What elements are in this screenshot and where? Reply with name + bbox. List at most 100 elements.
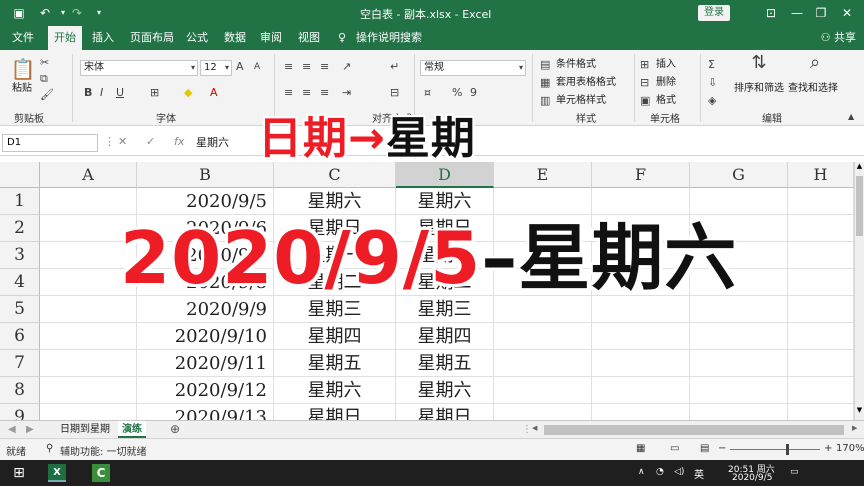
format-cells-button[interactable]: 格式	[656, 94, 676, 108]
column-header-b[interactable]: B	[137, 162, 274, 188]
chevron-up-icon[interactable]: ∧	[638, 467, 645, 477]
restore-icon[interactable]: ❐	[810, 4, 832, 22]
insert-cells-button[interactable]: 插入	[656, 58, 676, 72]
prev-sheet-icon[interactable]: ◀	[4, 421, 20, 438]
tab-formulas[interactable]: 公式	[186, 26, 208, 50]
bold-button[interactable]: B	[84, 86, 92, 100]
cell-styles-button[interactable]: 单元格样式	[556, 94, 606, 108]
align-left-icon[interactable]: ≡	[284, 86, 293, 100]
autosum-icon[interactable]: Σ	[708, 58, 715, 72]
redo-icon[interactable]: ↷	[68, 4, 86, 22]
fill-color-icon[interactable]: ◆	[184, 86, 192, 100]
cell-e9[interactable]	[494, 404, 592, 420]
cell-f7[interactable]	[592, 350, 690, 377]
collapse-ribbon-icon[interactable]: ▲	[848, 110, 854, 124]
cell-g8[interactable]	[690, 377, 788, 404]
page-break-view-icon[interactable]: ▤	[700, 443, 709, 454]
zoom-in-icon[interactable]: +	[824, 443, 832, 454]
row-header[interactable]: 3	[0, 242, 40, 269]
wifi-icon[interactable]: ◔	[656, 467, 664, 477]
cell-e1[interactable]	[494, 188, 592, 215]
row-header[interactable]: 7	[0, 350, 40, 377]
tell-me-search[interactable]: 操作说明搜索	[356, 26, 422, 50]
login-button[interactable]: 登录	[698, 5, 730, 21]
paste-icon[interactable]: 📋	[10, 56, 36, 82]
cell-e6[interactable]	[494, 323, 592, 350]
underline-button[interactable]: U	[116, 86, 124, 100]
row-header[interactable]: 5	[0, 296, 40, 323]
cell-g6[interactable]	[690, 323, 788, 350]
decrease-font-icon[interactable]: A	[254, 60, 260, 74]
notification-icon[interactable]: ▭	[790, 467, 799, 477]
cell-g9[interactable]	[690, 404, 788, 420]
column-header-a[interactable]: A	[40, 162, 137, 188]
cell-h4[interactable]	[788, 269, 854, 296]
row-header[interactable]: 6	[0, 323, 40, 350]
sheet-tab-date-to-weekday[interactable]: 日期到星期	[56, 421, 114, 438]
indent-icon[interactable]: ⇥	[342, 86, 351, 100]
number-format-combo[interactable]: 常规 ▾	[420, 60, 526, 76]
paste-label[interactable]: 粘贴	[12, 82, 32, 96]
orientation-icon[interactable]: ↗	[342, 60, 351, 74]
name-box[interactable]: D1	[2, 134, 98, 152]
share-button[interactable]: ⚇ 共享	[821, 26, 856, 50]
scroll-up-icon[interactable]: ▲	[856, 162, 863, 174]
row-header[interactable]: 4	[0, 269, 40, 296]
font-size-combo[interactable]: 12 ▾	[200, 60, 232, 76]
formula-content[interactable]: 星期六	[196, 134, 229, 150]
sheet-tab-practice[interactable]: 演练	[118, 421, 146, 438]
cell-h6[interactable]	[788, 323, 854, 350]
scroll-down-icon[interactable]: ▼	[856, 406, 863, 418]
volume-icon[interactable]: ◁)	[674, 467, 684, 477]
cell-a7[interactable]	[40, 350, 137, 377]
row-header[interactable]: 2	[0, 215, 40, 242]
row-header[interactable]: 9	[0, 404, 40, 420]
hscroll-left-icon[interactable]: ◀	[532, 424, 540, 435]
cell-e7[interactable]	[494, 350, 592, 377]
find-select-button[interactable]: 查找和选择	[788, 82, 838, 96]
italic-button[interactable]: I	[100, 86, 103, 100]
close-icon[interactable]: ✕	[836, 4, 858, 22]
sort-filter-button[interactable]: 排序和筛选	[734, 82, 784, 96]
conditional-format-button[interactable]: 条件格式	[556, 58, 596, 72]
select-all-corner[interactable]	[0, 162, 40, 188]
cell-f8[interactable]	[592, 377, 690, 404]
cell-d9[interactable]: 星期日	[396, 404, 494, 420]
windows-start-icon[interactable]: ⊞	[10, 464, 28, 482]
horizontal-scroll-thumb[interactable]	[544, 425, 844, 435]
align-center-icon[interactable]: ≡	[302, 86, 311, 100]
align-top-icon[interactable]: ≡	[284, 60, 293, 74]
cancel-entry-icon[interactable]: ✕	[118, 135, 127, 148]
font-color-icon[interactable]: A	[210, 86, 218, 100]
fill-icon[interactable]: ⇩	[708, 76, 717, 90]
tab-insert[interactable]: 插入	[92, 26, 114, 50]
font-name-combo[interactable]: 宋体 ▾	[80, 60, 198, 76]
tab-data[interactable]: 数据	[224, 26, 246, 50]
table-format-button[interactable]: 套用表格格式	[556, 76, 616, 90]
zoom-slider-track[interactable]	[730, 449, 820, 450]
format-painter-icon[interactable]: 🖌	[40, 88, 54, 102]
cell-d8[interactable]: 星期六	[396, 377, 494, 404]
cell-b6[interactable]: 2020/9/10	[137, 323, 274, 350]
cell-d6[interactable]: 星期四	[396, 323, 494, 350]
borders-icon[interactable]: ⊞	[150, 86, 159, 100]
cell-c9[interactable]: 星期日	[274, 404, 396, 420]
hscroll-right-icon[interactable]: ▶	[852, 424, 860, 435]
add-sheet-icon[interactable]: ⊕	[166, 421, 184, 438]
increase-font-icon[interactable]: A	[236, 60, 244, 74]
clear-icon[interactable]: ◈	[708, 94, 716, 108]
clock-date[interactable]: 2020/9/5	[732, 473, 772, 483]
zoom-out-icon[interactable]: −	[718, 443, 726, 454]
confirm-entry-icon[interactable]: ✓	[146, 135, 155, 148]
align-right-icon[interactable]: ≡	[320, 86, 329, 100]
cell-h2[interactable]	[788, 215, 854, 242]
cell-d7[interactable]: 星期五	[396, 350, 494, 377]
row-header[interactable]: 1	[0, 188, 40, 215]
save-icon[interactable]: ▣	[10, 4, 28, 22]
wrap-text-icon[interactable]: ↵	[390, 60, 399, 74]
tab-page-layout[interactable]: 页面布局	[130, 26, 174, 50]
cell-c6[interactable]: 星期四	[274, 323, 396, 350]
undo-icon[interactable]: ↶	[36, 4, 54, 22]
cell-g1[interactable]	[690, 188, 788, 215]
ime-indicator[interactable]: 英	[694, 466, 704, 481]
